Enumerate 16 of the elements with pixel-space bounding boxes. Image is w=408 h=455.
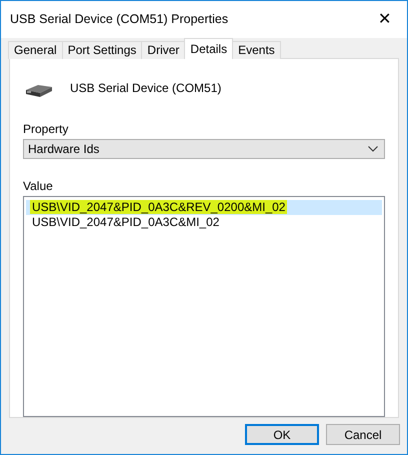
device-name: USB Serial Device (COM51) — [70, 80, 222, 97]
tab[interactable]: Driver — [141, 41, 186, 59]
property-label: Property — [23, 122, 70, 136]
dialog-button[interactable]: Cancel — [326, 424, 400, 445]
value-label: Value — [23, 179, 54, 194]
tab[interactable]: Events — [232, 41, 281, 59]
list-item[interactable]: USB\VID_2047&PID_0A3C&REV_0200&MI_02 — [26, 200, 382, 216]
tab[interactable]: Details — [184, 38, 234, 59]
tab[interactable]: General — [8, 41, 63, 59]
window-title: USB Serial Device (COM51) Properties — [10, 11, 228, 28]
dialog-button[interactable]: OK — [245, 424, 319, 445]
chevron-icon — [368, 146, 378, 152]
tab[interactable]: Port Settings — [62, 41, 142, 59]
list-item[interactable]: USB\VID_2047&PID_0A3C&MI_02 — [26, 215, 382, 230]
property-dropdown[interactable]: Hardware Ids — [23, 138, 385, 160]
close-button[interactable]: ✕ — [362, 4, 407, 34]
